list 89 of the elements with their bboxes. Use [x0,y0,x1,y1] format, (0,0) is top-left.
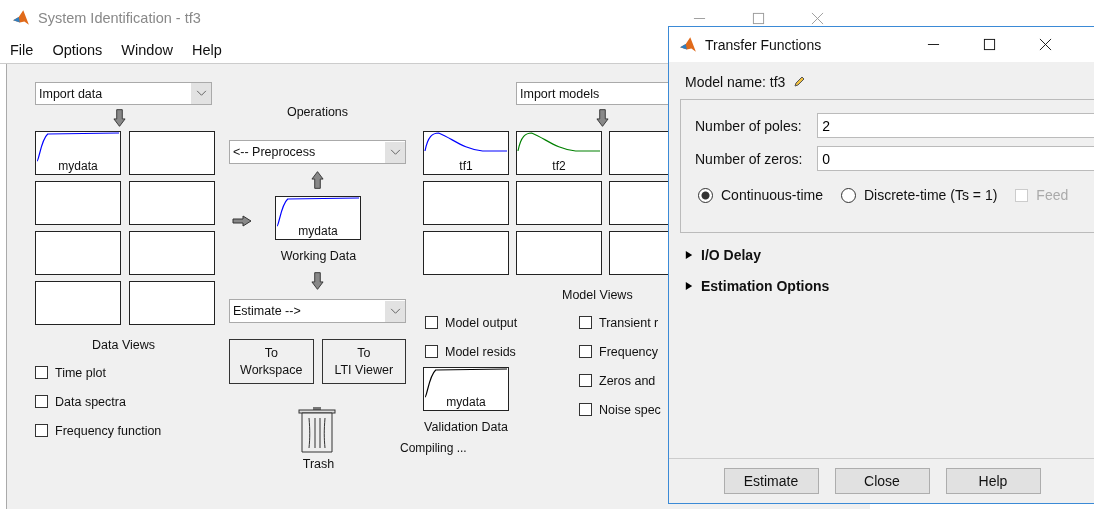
checkbox-label: Data spectra [55,394,126,409]
checkbox-label: Time plot [55,365,106,380]
checkbox-label: Feed [1036,187,1069,203]
menu-item[interactable]: Window [121,41,173,58]
checkbox-label: Model resids [445,344,516,359]
expand-icon[interactable] [685,281,693,291]
checkbox[interactable] [579,403,592,416]
checkbox[interactable] [425,345,438,358]
close-icon[interactable] [1039,38,1052,51]
model-tile[interactable] [423,181,509,225]
checkbox[interactable] [35,395,48,408]
checkbox[interactable] [35,366,48,379]
data-tile[interactable]: mydata [35,131,121,175]
expand-icon[interactable] [685,250,693,260]
import-data-dropdown[interactable]: Import data [35,82,212,105]
model-tile[interactable]: tf1 [423,131,509,175]
chevron-icon [195,90,207,97]
input-field[interactable]: 2 [817,113,1094,138]
menu-item[interactable]: File [10,41,34,58]
chevron-icon [389,148,401,156]
data-tile[interactable] [35,231,121,275]
export-button[interactable]: To LTI Viewer [321,339,406,384]
input-field[interactable]: 0 [817,146,1094,171]
checkbox[interactable] [579,316,592,329]
data-tile[interactable] [129,281,215,325]
down-arrow-icon [596,108,609,128]
checkbox-label: Transient r [599,315,659,330]
checkbox-label: Zeros and [599,373,656,388]
section-header[interactable]: I/O Delay [701,247,761,263]
checkbox-label: Noise spec [599,402,661,417]
tile-label: tf1 [458,159,474,173]
checkbox-label: Model output [445,315,518,330]
tile-label: mydata [57,159,99,173]
down-arrow-icon [113,108,126,128]
data-tile[interactable] [129,231,215,275]
model-name: Model name: tf3 [685,74,786,90]
model-tile[interactable] [516,181,602,225]
up-arrow-icon [311,170,324,190]
chevron-icon [389,307,401,315]
import-models-dropdown[interactable]: Import models [516,82,668,105]
tile-label: mydata [445,395,487,409]
trash-label: Trash [301,457,336,471]
data-tile[interactable] [129,131,215,175]
checkbox[interactable] [35,424,48,437]
maximize-icon[interactable] [983,38,996,51]
menu-item[interactable]: Help [191,41,222,58]
dialog-title: Transfer Functions [705,36,822,53]
data-tile[interactable] [129,181,215,225]
pencil-icon[interactable] [793,76,806,88]
model-tile[interactable] [516,231,602,275]
window-title: System Identification - tf3 [38,10,201,26]
dialog-button[interactable]: Close [834,468,930,494]
tile-label: tf2 [551,159,567,173]
data-tile[interactable] [35,181,121,225]
dialog-button[interactable]: Help [945,468,1041,494]
export-button[interactable]: To Workspace [229,339,314,384]
data-tile[interactable] [35,281,121,325]
field-label: Number of zeros: [695,150,804,167]
checkbox-label: Frequency function [55,423,162,438]
status-text: Compiling ... [400,441,468,455]
working-data-tile[interactable]: mydata [275,196,361,240]
section-title: Data Views [91,338,156,352]
field-label: Number of poles: [695,117,803,134]
estimate-dropdown[interactable]: Estimate --> [229,299,406,323]
checkbox-label: Frequency [599,344,659,359]
radio-label: Continuous-time [721,187,823,203]
model-tile[interactable]: tf2 [516,131,602,175]
preprocess-dropdown[interactable]: <-- Preprocess [229,140,406,164]
model-tile[interactable] [423,231,509,275]
right-arrow-icon [232,215,252,227]
radio-button[interactable] [840,187,856,203]
tile-caption: Validation Data [423,420,509,434]
radio-label: Discrete-time (Ts = 1) [863,187,998,203]
logo-icon [12,9,30,27]
section-title: Operations [285,105,350,119]
radio-button[interactable] [698,187,713,203]
tile-label: mydata [297,224,339,238]
menu-item[interactable]: Options [52,41,103,58]
section-header[interactable]: Estimation Options [701,278,830,294]
checkbox[interactable] [425,316,438,329]
trash-icon[interactable] [298,406,336,454]
checkbox[interactable] [579,374,592,387]
checkbox[interactable] [579,345,592,358]
dialog-button[interactable]: Estimate [723,468,819,494]
section-title: Model Views [562,288,634,302]
validation-data-tile[interactable]: mydata [423,367,509,411]
logo-icon [679,35,697,54]
tile-caption: Working Data [279,249,358,263]
down-arrow-icon [311,271,324,291]
